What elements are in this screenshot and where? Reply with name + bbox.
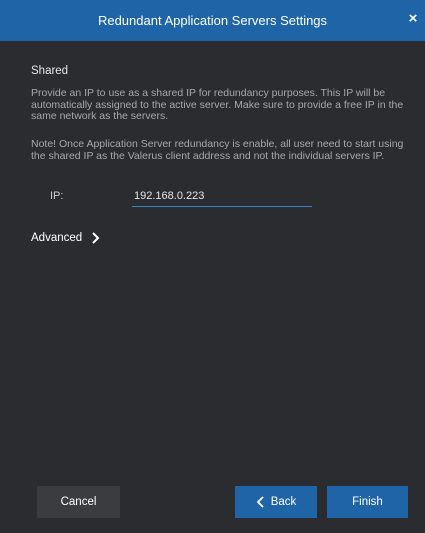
ip-label: IP: bbox=[50, 190, 64, 202]
cancel-button[interactable]: Cancel bbox=[37, 486, 120, 518]
finish-button-label: Finish bbox=[352, 496, 383, 508]
cancel-button-label: Cancel bbox=[60, 496, 97, 508]
advanced-toggle[interactable]: Advanced bbox=[31, 231, 102, 245]
close-icon[interactable]: × bbox=[405, 10, 421, 28]
back-button[interactable]: Back bbox=[235, 486, 317, 518]
redundancy-note: Note! Once Application Server redundancy… bbox=[31, 138, 404, 162]
section-heading-shared: Shared bbox=[31, 65, 69, 77]
finish-button[interactable]: Finish bbox=[327, 486, 408, 518]
chevron-left-icon bbox=[256, 496, 264, 508]
ip-input[interactable] bbox=[132, 186, 312, 207]
dialog-title: Redundant Application Servers Settings bbox=[97, 13, 328, 28]
back-button-label: Back bbox=[270, 496, 297, 508]
shared-ip-description: Provide an IP to use as a shared IP for … bbox=[31, 87, 404, 122]
chevron-right-icon bbox=[92, 232, 100, 244]
redundancy-settings-dialog: Redundant Application Servers Settings ×… bbox=[0, 0, 425, 533]
title-bar: Redundant Application Servers Settings × bbox=[0, 0, 425, 41]
advanced-label: Advanced bbox=[31, 232, 83, 244]
